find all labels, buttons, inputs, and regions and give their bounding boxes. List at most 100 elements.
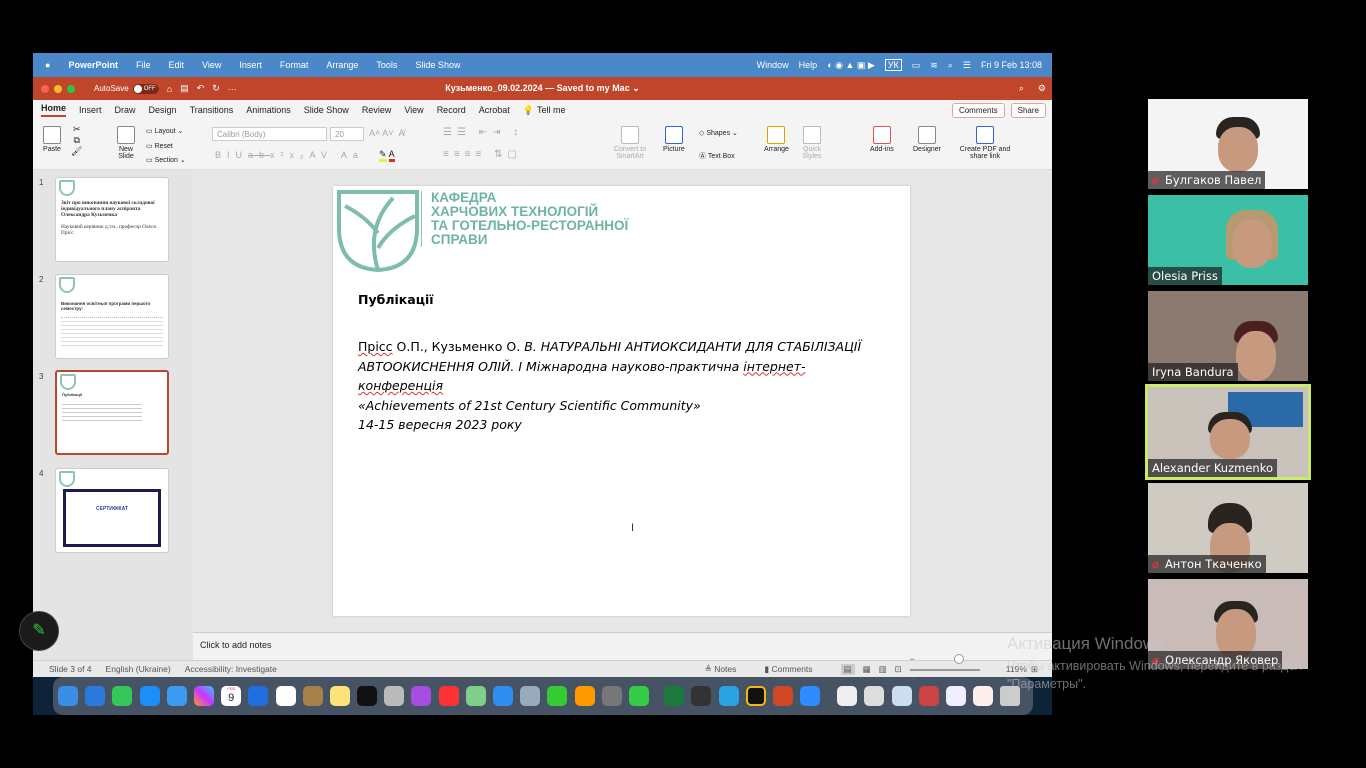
font-size-buttons[interactable]: A˄ A˅ A̸ — [369, 128, 405, 138]
photos-icon[interactable] — [193, 686, 214, 706]
new-slide-button[interactable]: New Slide — [113, 126, 139, 160]
tab-insert[interactable]: Insert — [79, 105, 102, 115]
participant-tile[interactable]: Olesia Priss — [1148, 195, 1308, 285]
powerpoint-icon[interactable] — [772, 686, 793, 706]
quick-styles-button[interactable]: Quick Styles — [799, 126, 825, 160]
participant-tile[interactable]: ⌀ Булгаков Павел — [1148, 99, 1308, 189]
addins-button[interactable]: Add-ins — [870, 126, 894, 153]
control-center-icon[interactable]: ☰ — [963, 60, 971, 71]
picture-button[interactable]: Picture — [663, 126, 685, 153]
tab-animations[interactable]: Animations — [246, 105, 291, 115]
tab-home[interactable]: Home — [41, 103, 67, 117]
accessibility-status[interactable]: Accessibility: Investigate — [185, 664, 277, 674]
messages-icon[interactable] — [112, 686, 133, 706]
menu-arrange[interactable]: Arrange — [326, 60, 358, 70]
search-icon[interactable]: ⌕ — [1019, 83, 1024, 94]
tab-transitions[interactable]: Transitions — [190, 105, 234, 115]
zoom-button[interactable] — [67, 84, 75, 93]
section-button[interactable]: ▭ Section ⌄ — [146, 154, 186, 169]
redo-icon[interactable]: ↻ — [212, 83, 220, 94]
menu-insert[interactable]: Insert — [239, 60, 262, 70]
spotlight-icon[interactable]: ⌕ — [948, 60, 953, 71]
tab-draw[interactable]: Draw — [115, 105, 136, 115]
slide-thumbnail-2[interactable]: Виконання освітньої програми першого сем… — [55, 274, 169, 359]
reading-view-icon[interactable]: ▥ — [879, 664, 887, 675]
keynote-icon[interactable] — [493, 686, 513, 706]
wifi-icon[interactable]: ≋ — [930, 60, 938, 71]
autosave-toggle[interactable]: OFF — [132, 83, 159, 94]
podcasts-icon[interactable] — [411, 686, 432, 706]
font-size-select[interactable]: 20 — [330, 127, 364, 141]
normal-view-icon[interactable]: ▤ — [840, 663, 855, 675]
zoom-app-icon[interactable] — [800, 686, 821, 706]
slide-3[interactable]: КАФЕДРА ХАРЧОВИХ ТЕХНОЛОГІЙ ТА ГОТЕЛЬНО-РЕ… — [333, 186, 910, 616]
save-icon[interactable]: ▤ — [180, 83, 189, 94]
excel-icon[interactable] — [664, 686, 685, 706]
menu-tools[interactable]: Tools — [376, 60, 397, 70]
undo-icon[interactable]: ↶ — [197, 83, 205, 94]
reminders-icon[interactable] — [275, 686, 296, 706]
slide-thumbnails-panel[interactable]: 1 Звіт про виконання наукової складової … — [33, 170, 193, 660]
list-buttons[interactable]: ☰☰ ⇤⇥ ↕ — [443, 127, 523, 138]
participant-tile-active-speaker[interactable]: Alexander Kuzmenko — [1145, 384, 1311, 480]
apple-tv-icon[interactable] — [357, 686, 378, 706]
alignment-buttons[interactable]: ≡≡≡≡ ⇅▢ — [443, 149, 522, 160]
cut-copy-format-icons[interactable]: ✂ ⧉ 🖌 — [71, 124, 82, 157]
slide-body-text[interactable]: Прісс О.П., Кузьменко О. В. НАТУРАЛЬНІ А… — [358, 337, 888, 435]
share-button[interactable]: Share — [1010, 102, 1046, 118]
maps-icon[interactable] — [465, 686, 486, 706]
minimized-window[interactable] — [837, 686, 858, 706]
menu-slideshow[interactable]: Slide Show — [415, 60, 460, 70]
close-button[interactable] — [41, 84, 49, 93]
menu-file[interactable]: File — [136, 60, 151, 70]
shapes-button[interactable]: ◇ Shapes ⌄ — [699, 129, 738, 137]
participant-tile[interactable]: Iryna Bandura — [1148, 291, 1308, 381]
slide-thumbnail-1[interactable]: Звіт про виконання наукової складової ін… — [55, 177, 169, 262]
slide-sorter-icon[interactable]: ▦ — [863, 664, 871, 675]
pages-icon[interactable] — [574, 686, 595, 706]
menu-window[interactable]: Window — [757, 60, 789, 70]
textbox-button[interactable]: Ⓐ Text Box — [699, 151, 735, 161]
slide-thumbnail-4[interactable]: СЕРТИФІКАТ — [55, 468, 169, 553]
safari-icon[interactable] — [85, 686, 106, 706]
system-settings-icon[interactable] — [601, 686, 622, 706]
contacts-icon[interactable] — [302, 686, 323, 706]
reset-button[interactable]: ▭ Reset — [146, 140, 186, 155]
convert-smartart-button[interactable]: Convert to SmartArt — [608, 126, 652, 160]
arrange-button[interactable]: Arrange — [764, 126, 789, 153]
slideshow-icon[interactable]: ⊡ — [895, 664, 902, 675]
numbers-icon[interactable] — [628, 686, 649, 706]
app-dark-icon[interactable] — [691, 686, 712, 706]
keyboard-layout[interactable]: УК — [884, 59, 902, 71]
tab-review[interactable]: Review — [362, 105, 392, 115]
minimized-window[interactable] — [973, 686, 994, 706]
finder-icon[interactable] — [58, 686, 78, 706]
music-icon[interactable] — [438, 686, 459, 706]
menu-app[interactable]: PowerPoint — [68, 60, 118, 70]
datetime[interactable]: Fri 9 Feb 13:08 — [981, 60, 1042, 70]
menu-view[interactable]: View — [202, 60, 221, 70]
tab-design[interactable]: Design — [149, 105, 177, 115]
minimized-window[interactable] — [918, 686, 939, 706]
tell-me[interactable]: Tell me — [537, 105, 566, 115]
home-icon[interactable]: ⌂ — [167, 84, 172, 94]
slide-heading[interactable]: Публікації — [358, 292, 434, 307]
app-c-icon[interactable] — [248, 686, 269, 706]
language[interactable]: English (Ukraine) — [106, 664, 171, 674]
app-store-icon[interactable] — [139, 686, 160, 706]
facetime-icon[interactable] — [547, 686, 568, 706]
comments-status-button[interactable]: ▮ Comments — [764, 664, 826, 675]
more-icon[interactable]: ··· — [228, 84, 237, 94]
slide-thumbnail-3[interactable]: Публікації — [55, 370, 169, 455]
tab-view[interactable]: View — [404, 105, 423, 115]
slide-editor[interactable]: КАФЕДРА ХАРЧОВИХ ТЕХНОЛОГІЙ ТА ГОТЕЛЬНО-РЕ… — [193, 170, 1052, 632]
notes-icon[interactable] — [329, 686, 350, 706]
tab-record[interactable]: Record — [437, 105, 466, 115]
create-pdf-button[interactable]: Create PDF and share link — [959, 126, 1011, 160]
tab-acrobat[interactable]: Acrobat — [479, 105, 510, 115]
menu-format[interactable]: Format — [280, 60, 309, 70]
font-name-select[interactable]: Calibri (Body) — [212, 127, 327, 141]
layout-button[interactable]: ▭ Layout ⌄ — [146, 125, 186, 140]
minimized-window[interactable] — [864, 686, 885, 706]
minimize-button[interactable] — [54, 84, 62, 93]
